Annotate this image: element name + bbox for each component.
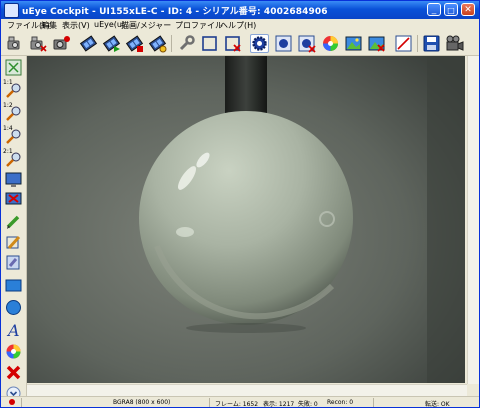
- status-recon: Recon: 0: [327, 399, 354, 406]
- image-icon[interactable]: [344, 34, 363, 53]
- measure-icon[interactable]: [394, 34, 413, 53]
- status-display: 表示: 1217: [263, 401, 295, 408]
- camera-open-icon[interactable]: [6, 34, 25, 53]
- display-icon[interactable]: [5, 171, 22, 188]
- fit-window-icon[interactable]: [5, 59, 22, 76]
- circle-icon[interactable]: [5, 299, 22, 316]
- close-button[interactable]: ✕: [461, 3, 475, 16]
- menu-draw-measure[interactable]: 描画/メジャー: [121, 20, 171, 31]
- app-window: uEye Cockpit - UI155xLE-C - ID: 4 - シリアル…: [0, 0, 480, 408]
- title-bar[interactable]: uEye Cockpit - UI155xLE-C - ID: 4 - シリアル…: [1, 1, 479, 19]
- status-lost: 失敗: 0: [298, 401, 318, 408]
- horizontal-scrollbar[interactable]: [27, 384, 467, 396]
- display-delete-icon[interactable]: [5, 191, 22, 208]
- status-transfer: 転送: OK: [425, 401, 450, 408]
- save-icon[interactable]: [422, 34, 441, 53]
- zoom-2-1-icon[interactable]: [5, 151, 22, 168]
- status-format: BGRA8 (800 x 600): [113, 399, 171, 406]
- record-indicator-icon: [9, 399, 15, 405]
- status-divider: [209, 398, 210, 407]
- toolbar-separator: [171, 35, 172, 52]
- status-bar: BGRA8 (800 x 600) フレーム: 1652 表示: 1217 失敗…: [1, 396, 479, 408]
- menu-view[interactable]: 表示(V): [62, 20, 90, 31]
- film-icon[interactable]: [79, 34, 98, 53]
- camera-close-icon[interactable]: [29, 34, 48, 53]
- status-divider: [373, 398, 374, 407]
- minimize-button[interactable]: _: [427, 3, 441, 16]
- focus-delete-icon[interactable]: [297, 34, 316, 53]
- wrench-icon[interactable]: [177, 34, 196, 53]
- aoi-delete-icon[interactable]: [223, 34, 242, 53]
- gear-icon[interactable]: [250, 34, 269, 53]
- toolbar-separator: [417, 35, 418, 52]
- film-play-icon[interactable]: [102, 34, 121, 53]
- status-frame: フレーム: 1652: [215, 401, 259, 408]
- camera-record-icon[interactable]: [52, 34, 71, 53]
- vertical-scrollbar[interactable]: [467, 56, 479, 384]
- image-delete-icon[interactable]: [367, 34, 386, 53]
- palette-icon[interactable]: [5, 343, 22, 360]
- aoi-icon[interactable]: [200, 34, 219, 53]
- film-stop-icon[interactable]: [125, 34, 144, 53]
- left-toolbar: 1:1 1:2 1:4 2:1 A: [1, 56, 27, 401]
- rectangle-icon[interactable]: [5, 277, 22, 294]
- maximize-button[interactable]: □: [444, 3, 458, 16]
- status-divider: [21, 398, 22, 407]
- menu-edit[interactable]: 編集: [41, 20, 57, 31]
- menu-profile[interactable]: プロファイル: [175, 20, 223, 31]
- app-icon: [4, 3, 19, 18]
- window-title: uEye Cockpit - UI155xLE-C - ID: 4 - シリアル…: [22, 7, 328, 17]
- main-toolbar: [1, 32, 479, 56]
- zoom-1-4-icon[interactable]: [5, 128, 22, 145]
- svg-text:A: A: [6, 321, 20, 338]
- brush-icon[interactable]: [5, 234, 22, 251]
- movie-camera-icon[interactable]: [445, 34, 464, 53]
- text-icon[interactable]: A: [5, 321, 22, 340]
- focus-icon[interactable]: [274, 34, 293, 53]
- menu-help[interactable]: ヘルプ(H): [220, 20, 256, 31]
- pipette-icon[interactable]: [5, 254, 22, 271]
- film-snap-icon[interactable]: [148, 34, 167, 53]
- pencil-icon[interactable]: [5, 213, 22, 230]
- menu-bar: ファイル(F) 編集 表示(V) uEye(u) 描画/メジャー プロファイル …: [1, 19, 479, 32]
- zoom-1-2-icon[interactable]: [5, 105, 22, 122]
- color-wheel-icon[interactable]: [321, 34, 340, 53]
- zoom-1-1-icon[interactable]: [5, 82, 22, 99]
- camera-image-view[interactable]: [27, 56, 465, 383]
- delete-icon[interactable]: [5, 364, 22, 381]
